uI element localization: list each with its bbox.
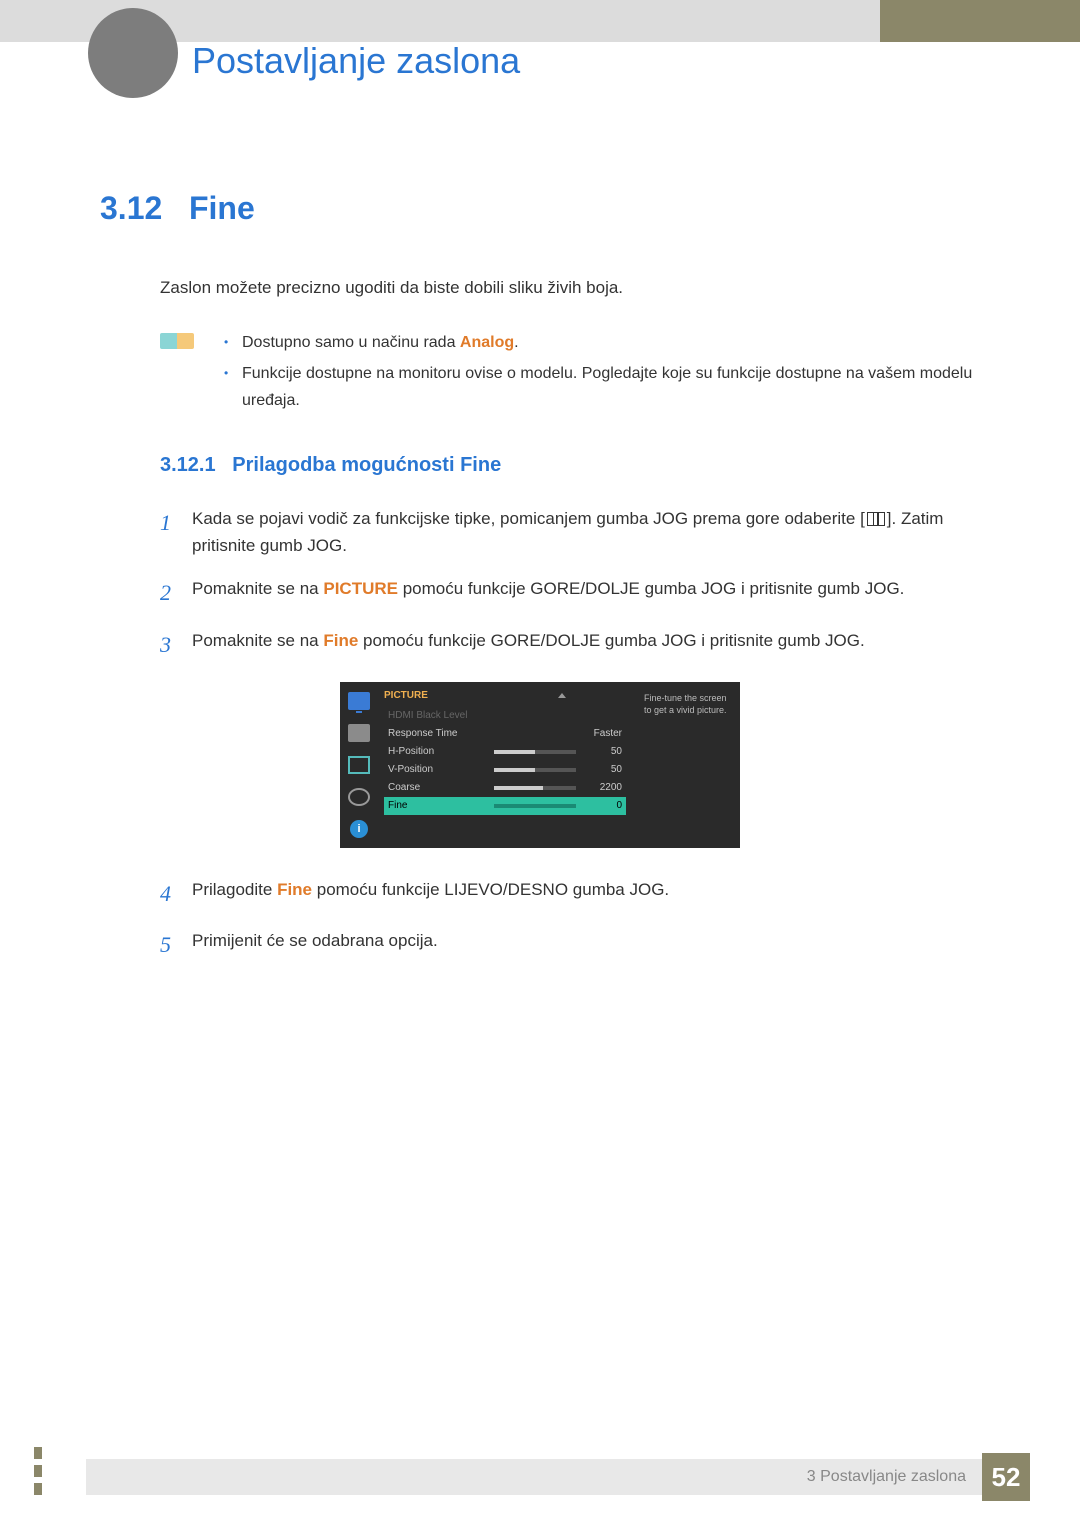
osd-label: Coarse — [388, 782, 488, 793]
osd-row-hpos: H-Position 50 — [384, 743, 626, 761]
brightness-icon — [348, 692, 370, 710]
page-number: 52 — [982, 1453, 1030, 1501]
step-emphasis: Fine — [323, 631, 358, 650]
osd-slider — [494, 786, 576, 790]
step-number: 3 — [160, 627, 192, 662]
note-item: Funkcije dostupne na monitoru ovise o mo… — [224, 360, 980, 414]
osd-value: 0 — [582, 800, 622, 811]
step-text: Pomaknite se na Fine pomoću funkcije GOR… — [192, 627, 980, 654]
step-item: 1 Kada se pojavi vodič za funkcijske tip… — [160, 505, 980, 559]
info-icon: i — [350, 820, 368, 838]
step-item: 4 Prilagodite Fine pomoću funkcije LIJEV… — [160, 876, 980, 911]
step-number: 2 — [160, 575, 192, 610]
footer-mark-icon — [34, 1447, 42, 1459]
footer-chapter-label: 3 Postavljanje zaslona — [807, 1468, 966, 1486]
chapter-number-circle — [88, 8, 178, 98]
picture-icon — [348, 724, 370, 742]
step-emphasis: PICTURE — [323, 579, 398, 598]
step-number: 4 — [160, 876, 192, 911]
step-text: Kada se pojavi vodič za funkcijske tipke… — [192, 505, 980, 559]
osd-main: PICTURE HDMI Black Level Response Time F… — [378, 682, 636, 848]
osd-row-vpos: V-Position 50 — [384, 761, 626, 779]
text-span: pomoću funkcije GORE/DOLJE gumba JOG i p… — [398, 579, 904, 598]
step-emphasis: Fine — [277, 880, 312, 899]
osd-label: V-Position — [388, 764, 488, 775]
section-heading: 3.12 Fine — [100, 190, 980, 227]
footer-mark-icon — [34, 1465, 42, 1477]
osd-label: H-Position — [388, 746, 488, 757]
osd-slider — [494, 750, 576, 754]
step-text: Prilagodite Fine pomoću funkcije LIJEVO/… — [192, 876, 980, 903]
osd-slider-fill — [494, 750, 535, 754]
note-text: Dostupno samo u načinu rada — [242, 334, 460, 351]
osd-title: PICTURE — [384, 690, 428, 701]
subsection-number: 3.12.1 — [160, 454, 216, 476]
subsection-heading: 3.12.1 Prilagodba mogućnosti Fine — [160, 454, 980, 477]
osd-label: HDMI Black Level — [388, 710, 488, 721]
osd-row-fine: Fine 0 — [384, 797, 626, 815]
note-icon — [160, 333, 194, 349]
step-list-continued: 4 Prilagodite Fine pomoću funkcije LIJEV… — [160, 876, 980, 962]
osd-slider — [494, 804, 576, 808]
note-text: . — [514, 334, 518, 351]
text-span: Pomaknite se na — [192, 579, 323, 598]
osd-label: Fine — [388, 800, 488, 811]
footer-bar: 3 Postavljanje zaslona — [86, 1459, 982, 1495]
osd-slider-fill — [494, 786, 543, 790]
settings-icon — [348, 788, 370, 806]
osd-title-row: PICTURE — [384, 690, 626, 701]
screen-icon — [348, 756, 370, 774]
subsection-title: Prilagodba mogućnosti Fine — [232, 454, 501, 476]
osd-value: 50 — [582, 746, 622, 757]
osd-value: 50 — [582, 764, 622, 775]
text-span: pomoću funkcije GORE/DOLJE gumba JOG i p… — [358, 631, 864, 650]
osd-slider-fill — [494, 768, 535, 772]
header-accent — [880, 0, 1080, 42]
step-item: 3 Pomaknite se na Fine pomoću funkcije G… — [160, 627, 980, 662]
page-content: 3.12 Fine Zaslon možete precizno ugoditi… — [100, 190, 980, 978]
footer-mark-icon — [34, 1483, 42, 1495]
step-text: Primijenit će se odabrana opcija. — [192, 927, 980, 954]
menu-icon — [867, 512, 885, 526]
step-text: Pomaknite se na PICTURE pomoću funkcije … — [192, 575, 980, 602]
osd-row-response: Response Time Faster — [384, 725, 626, 743]
step-item: 5 Primijenit će se odabrana opcija. — [160, 927, 980, 962]
text-span: pomoću funkcije LIJEVO/DESNO gumba JOG. — [312, 880, 669, 899]
osd-slider — [494, 768, 576, 772]
step-number: 1 — [160, 505, 192, 540]
osd-label: Response Time — [388, 728, 488, 739]
section-title: Fine — [189, 190, 255, 226]
text-span: Kada se pojavi vodič za funkcijske tipke… — [192, 509, 865, 528]
osd-screenshot: i PICTURE HDMI Black Level Response Time… — [340, 682, 740, 848]
note-list: Dostupno samo u načinu rada Analog. Funk… — [224, 329, 980, 419]
footer-marks — [34, 1447, 42, 1501]
arrow-up-icon — [558, 693, 566, 698]
osd-row-coarse: Coarse 2200 — [384, 779, 626, 797]
osd-row-hdmi: HDMI Black Level — [384, 707, 626, 725]
note-block: Dostupno samo u načinu rada Analog. Funk… — [160, 329, 980, 419]
text-span: Prilagodite — [192, 880, 277, 899]
step-number: 5 — [160, 927, 192, 962]
step-item: 2 Pomaknite se na PICTURE pomoću funkcij… — [160, 575, 980, 610]
step-list: 1 Kada se pojavi vodič za funkcijske tip… — [160, 505, 980, 662]
chapter-title: Postavljanje zaslona — [192, 40, 520, 82]
section-number: 3.12 — [100, 190, 162, 226]
osd-sidebar: i — [340, 682, 378, 848]
osd-tip: Fine-tune the screen to get a vivid pict… — [636, 682, 740, 848]
note-emphasis: Analog — [460, 334, 514, 351]
intro-text: Zaslon možete precizno ugoditi da biste … — [160, 275, 980, 301]
text-span: Pomaknite se na — [192, 631, 323, 650]
osd-value: Faster — [582, 728, 622, 739]
osd-value: 2200 — [582, 782, 622, 793]
note-item: Dostupno samo u načinu rada Analog. — [224, 329, 980, 356]
